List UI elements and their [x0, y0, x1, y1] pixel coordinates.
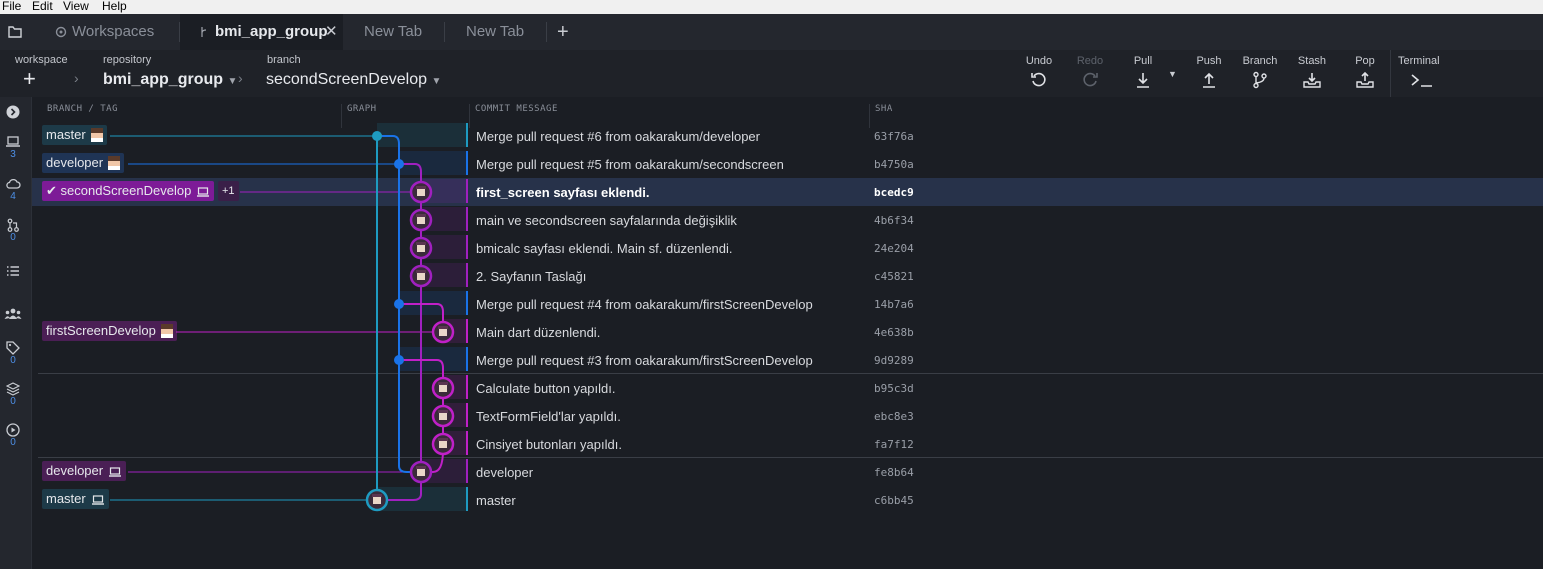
- commit-avatar-node[interactable]: [431, 432, 455, 456]
- commit-avatar-node[interactable]: [409, 236, 433, 260]
- commit-node-merge[interactable]: [394, 299, 404, 309]
- commit-avatar-node[interactable]: [431, 404, 455, 428]
- commit-node-merge[interactable]: [394, 355, 404, 365]
- commit-avatar-node[interactable]: [409, 460, 433, 484]
- commit-avatar-node[interactable]: [365, 488, 389, 512]
- commit-avatar-node[interactable]: [409, 264, 433, 288]
- commit-avatar-node[interactable]: [431, 376, 455, 400]
- commit-avatar-node[interactable]: [409, 208, 433, 232]
- commit-node-merge[interactable]: [372, 131, 382, 141]
- commit-graph: [110, 131, 455, 512]
- commit-avatar-node[interactable]: [431, 320, 455, 344]
- commit-avatar-node[interactable]: [409, 180, 433, 204]
- commit-node-merge[interactable]: [394, 159, 404, 169]
